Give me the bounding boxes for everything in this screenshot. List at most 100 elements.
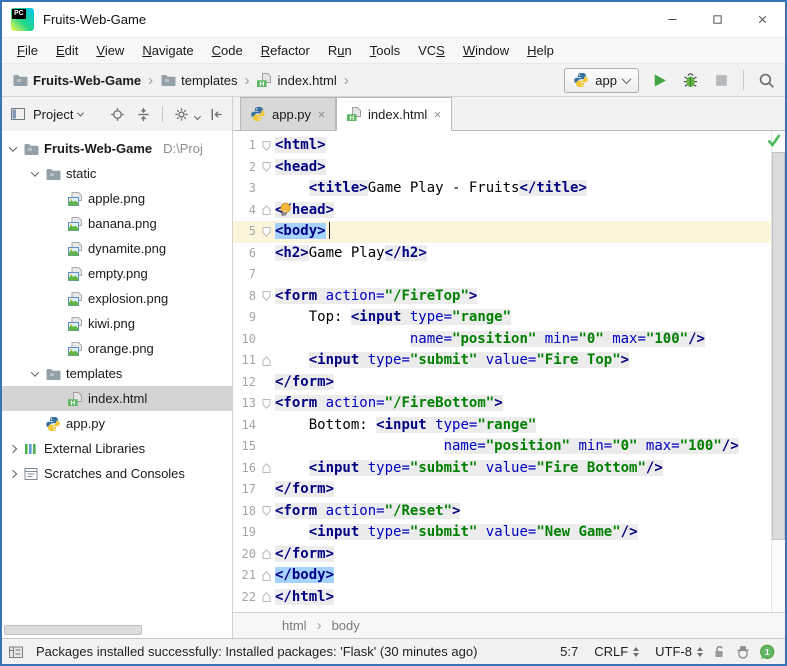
menu-view[interactable]: View xyxy=(87,40,133,61)
fold-marker-icon[interactable] xyxy=(258,135,275,157)
line-ending-selector[interactable]: CRLF xyxy=(594,644,639,659)
intention-bulb-icon[interactable] xyxy=(277,202,293,220)
tree-item-dynamite-png[interactable]: dynamite.png xyxy=(2,236,232,261)
code-line-20[interactable]: 20</form> xyxy=(233,544,785,566)
menu-edit[interactable]: Edit xyxy=(47,40,87,61)
project-tree-hscrollbar[interactable] xyxy=(4,625,142,635)
menu-code[interactable]: Code xyxy=(203,40,252,61)
chevron-down-icon[interactable] xyxy=(31,168,39,176)
tree-item-orange-png[interactable]: orange.png xyxy=(2,336,232,361)
code-editor[interactable]: 1<html>2<head>3 <title>Game Play - Fruit… xyxy=(233,131,785,612)
inspection-ok-icon[interactable] xyxy=(766,132,782,148)
breadcrumb-body[interactable]: body xyxy=(332,618,360,633)
menu-refactor[interactable]: Refactor xyxy=(252,40,319,61)
project-panel-title[interactable]: Project xyxy=(33,107,73,122)
code-line-14[interactable]: 14 Bottom: <input type="range" xyxy=(233,415,785,437)
tab-app-py[interactable]: app.py xyxy=(240,97,336,130)
code-line-1[interactable]: 1<html> xyxy=(233,135,785,157)
code-line-2[interactable]: 2<head> xyxy=(233,157,785,179)
code-line-7[interactable]: 7 xyxy=(233,264,785,286)
chevron-right-icon[interactable] xyxy=(9,469,17,477)
tree-item-explosion-png[interactable]: explosion.png xyxy=(2,286,232,311)
menu-run[interactable]: Run xyxy=(319,40,361,61)
fold-marker-icon[interactable] xyxy=(258,350,275,372)
code-line-15[interactable]: 15 name="position" min="0" max="100"/> xyxy=(233,436,785,458)
breadcrumb-html[interactable]: html xyxy=(282,618,307,633)
maximize-icon[interactable] xyxy=(695,2,740,37)
code-line-8[interactable]: 8<form action="/FireTop"> xyxy=(233,286,785,308)
caret-position-widget[interactable]: 5:7 xyxy=(560,644,578,659)
tree-item-fruits-web-game[interactable]: Fruits-Web-GameD:\Proj xyxy=(2,136,232,161)
tree-item-app-py[interactable]: app.py xyxy=(2,411,232,436)
settings-gear-icon[interactable] xyxy=(172,104,191,124)
tree-item-empty-png[interactable]: empty.png xyxy=(2,261,232,286)
menu-tools[interactable]: Tools xyxy=(361,40,409,61)
code-line-9[interactable]: 9 Top: <input type="range" xyxy=(233,307,785,329)
code-line-21[interactable]: 21</body> xyxy=(233,565,785,587)
close-icon[interactable] xyxy=(740,2,785,37)
code-line-13[interactable]: 13<form action="/FireBottom"> xyxy=(233,393,785,415)
search-everywhere-icon[interactable] xyxy=(755,69,777,91)
code-line-12[interactable]: 12</form> xyxy=(233,372,785,394)
tree-item-banana-png[interactable]: banana.png xyxy=(2,211,232,236)
menu-window[interactable]: Window xyxy=(454,40,518,61)
menu-vcs[interactable]: VCS xyxy=(409,40,454,61)
debug-button[interactable] xyxy=(679,69,701,91)
fold-marker-icon[interactable] xyxy=(258,587,275,609)
code-line-16[interactable]: 16 <input type="submit" value="Fire Bott… xyxy=(233,458,785,480)
tree-item-index-html[interactable]: Hindex.html xyxy=(2,386,232,411)
editor-scrollbar-track[interactable] xyxy=(771,131,785,612)
tab-index-html[interactable]: Hindex.html xyxy=(336,97,452,131)
code-line-10[interactable]: 10 name="position" min="0" max="100"/> xyxy=(233,329,785,351)
fold-marker-icon[interactable] xyxy=(258,458,275,480)
collapse-all-button[interactable] xyxy=(134,104,153,124)
fold-marker-icon[interactable] xyxy=(258,200,275,222)
chevron-down-icon[interactable] xyxy=(77,109,84,116)
hide-panel-button[interactable] xyxy=(207,104,226,124)
notification-badge[interactable]: 1 xyxy=(759,644,775,660)
code-line-11[interactable]: 11 <input type="submit" value="Fire Top"… xyxy=(233,350,785,372)
fold-marker-icon[interactable] xyxy=(258,393,275,415)
tree-item-static[interactable]: static xyxy=(2,161,232,186)
breadcrumb-item-index-html[interactable]: Hindex.html xyxy=(256,72,336,88)
menu-help[interactable]: Help xyxy=(518,40,563,61)
code-line-19[interactable]: 19 <input type="submit" value="New Game"… xyxy=(233,522,785,544)
fold-marker-icon[interactable] xyxy=(258,501,275,523)
stop-button[interactable] xyxy=(710,69,732,91)
encoding-selector[interactable]: UTF-8 xyxy=(655,644,703,659)
status-message[interactable]: Packages installed successfully: Install… xyxy=(36,644,477,659)
editor-scrollbar-thumb[interactable] xyxy=(772,152,785,540)
locate-file-button[interactable] xyxy=(107,104,126,124)
menu-file[interactable]: File xyxy=(8,40,47,61)
close-tab-icon[interactable] xyxy=(433,107,442,122)
inspection-profile-icon[interactable] xyxy=(735,644,751,660)
tree-item-scratches-and-consoles[interactable]: Scratches and Consoles xyxy=(2,461,232,486)
chevron-down-icon[interactable] xyxy=(31,368,39,376)
fold-marker-icon[interactable] xyxy=(258,221,275,243)
run-button[interactable] xyxy=(648,69,670,91)
code-line-17[interactable]: 17</form> xyxy=(233,479,785,501)
code-line-3[interactable]: 3 <title>Game Play - Fruits</title> xyxy=(233,178,785,200)
close-tab-icon[interactable] xyxy=(317,107,326,122)
tree-item-kiwi-png[interactable]: kiwi.png xyxy=(2,311,232,336)
code-line-6[interactable]: 6<h2>Game Play</h2> xyxy=(233,243,785,265)
toolwindow-switcher-icon[interactable] xyxy=(8,644,24,660)
chevron-right-icon[interactable] xyxy=(9,444,17,452)
breadcrumb-item-templates[interactable]: templates xyxy=(160,72,237,88)
fold-marker-icon[interactable] xyxy=(258,157,275,179)
fold-marker-icon[interactable] xyxy=(258,286,275,308)
fold-marker-icon[interactable] xyxy=(258,565,275,587)
tree-item-external-libraries[interactable]: External Libraries xyxy=(2,436,232,461)
code-line-22[interactable]: 22</html> xyxy=(233,587,785,609)
chevron-down-icon[interactable] xyxy=(9,143,17,151)
breadcrumb-item-fruits-web-game[interactable]: Fruits-Web-Game xyxy=(12,72,141,88)
minimize-icon[interactable] xyxy=(650,2,695,37)
unlock-icon[interactable] xyxy=(711,644,727,660)
code-line-4[interactable]: 4</head> xyxy=(233,200,785,222)
tree-item-apple-png[interactable]: apple.png xyxy=(2,186,232,211)
code-line-18[interactable]: 18<form action="/Reset"> xyxy=(233,501,785,523)
fold-marker-icon[interactable] xyxy=(258,544,275,566)
tree-item-templates[interactable]: templates xyxy=(2,361,232,386)
code-line-5[interactable]: 5<body> xyxy=(233,221,785,243)
run-config-selector[interactable]: app xyxy=(564,68,639,93)
